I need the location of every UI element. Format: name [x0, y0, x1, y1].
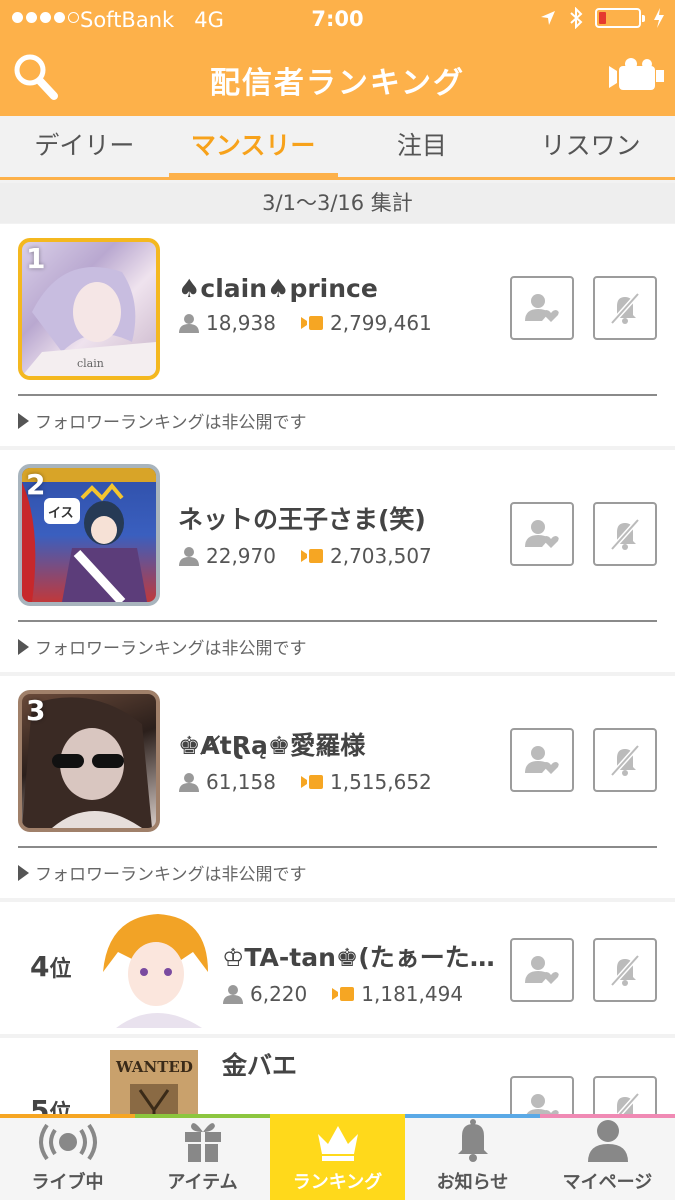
disclosure-triangle-icon — [18, 638, 29, 655]
notification-off-button[interactable] — [593, 502, 657, 566]
tab-monthly[interactable]: マンスリー — [168, 116, 338, 180]
listener-count: 6,220 — [250, 982, 308, 1006]
status-bar: SoftBank 4G 7:00 — [0, 0, 675, 38]
thumbnail-caption: WANTED — [115, 1058, 193, 1076]
ranking-item-3[interactable]: 3 ♚ȺtⱤą♚愛羅様 61,158 1,515,652 フォロワーランキングは… — [0, 676, 675, 898]
aggregation-period: 3/1〜3/16 集計 — [0, 183, 675, 223]
points-icon — [300, 775, 323, 789]
tab-featured[interactable]: 注目 — [338, 116, 507, 177]
points-count: 2,799,461 — [329, 311, 432, 335]
follow-icon — [525, 956, 559, 984]
tab-mypage[interactable]: マイページ — [540, 1115, 675, 1200]
charging-icon — [654, 8, 664, 28]
tab-color-strip — [0, 1114, 675, 1118]
tab-items[interactable]: アイテム — [135, 1115, 270, 1200]
ranking-tabs: デイリー マンスリー 注目 リスワン — [0, 116, 675, 180]
thumbnail-caption: イス — [48, 506, 74, 521]
tab-notifications[interactable]: お知らせ — [405, 1115, 540, 1200]
bell-icon — [457, 1119, 488, 1162]
tab-daily[interactable]: デイリー — [0, 116, 169, 177]
live-icon — [38, 1123, 97, 1161]
rank-number: 1 — [26, 242, 46, 275]
points-count: 2,703,507 — [329, 544, 432, 568]
notification-off-button[interactable] — [593, 276, 657, 340]
bottom-tab-bar: ライブ中 アイテム ランキング お知らせ マイページ — [0, 1114, 675, 1200]
follow-icon — [525, 746, 559, 774]
follow-icon — [525, 294, 559, 322]
rank-number: 4 — [30, 950, 50, 983]
follower-ranking-note[interactable]: フォロワーランキングは非公開です — [18, 408, 307, 433]
listener-count: 22,970 — [206, 544, 276, 568]
bell-off-icon — [610, 954, 640, 987]
thumbnail-caption: clain — [77, 357, 104, 370]
disclosure-triangle-icon — [18, 864, 29, 881]
tab-ranking[interactable]: ランキング — [270, 1115, 405, 1200]
rank-suffix: 位 — [49, 957, 72, 982]
follow-button[interactable] — [510, 502, 574, 566]
streamer-name[interactable]: ♚ȺtⱤą♚愛羅様 — [178, 726, 432, 762]
page-title: 配信者ランキング — [209, 66, 466, 101]
notification-off-button[interactable] — [593, 938, 657, 1002]
rank-number: 2 — [26, 468, 46, 501]
listener-count: 18,938 — [206, 311, 276, 335]
listener-icon — [179, 314, 199, 333]
video-camera-icon[interactable] — [607, 58, 665, 96]
ranking-item-2[interactable]: イス 2 ネットの王子さま(笑) 22,970 2,703,507 フォロワーラ… — [0, 450, 675, 672]
rank-number: 3 — [26, 694, 46, 727]
ranking-item-1[interactable]: clain 1 ♠clain♠prince 18,938 2,799,461 フ… — [0, 224, 675, 446]
ranking-item-4[interactable]: 4位 ♔TA-tan♚(たぁーた… 6,220 1,181,494 — [0, 902, 675, 1034]
bell-off-icon — [610, 744, 640, 777]
points-count: 1,515,652 — [329, 770, 432, 794]
listener-count: 61,158 — [206, 770, 276, 794]
listener-icon — [179, 547, 199, 566]
streamer-name[interactable]: 金バエ — [222, 1046, 297, 1082]
notification-off-button[interactable] — [593, 728, 657, 792]
app-header: 配信者ランキング — [0, 38, 675, 116]
points-count: 1,181,494 — [361, 982, 464, 1006]
points-icon — [300, 316, 323, 330]
ranking-list: clain 1 ♠clain♠prince 18,938 2,799,461 フ… — [0, 224, 675, 1174]
avatar[interactable] — [98, 912, 212, 1028]
streamer-name[interactable]: ネットの王子さま(笑) — [178, 500, 432, 536]
crown-icon — [317, 1126, 358, 1161]
bell-off-icon — [610, 292, 640, 325]
bell-off-icon — [610, 518, 640, 551]
listener-icon — [223, 985, 243, 1004]
points-icon — [332, 987, 355, 1001]
tab-live[interactable]: ライブ中 — [0, 1115, 135, 1200]
streamer-name[interactable]: ♔TA-tan♚(たぁーた… — [222, 938, 495, 974]
listener-icon — [179, 773, 199, 792]
person-icon — [587, 1120, 628, 1162]
follow-button[interactable] — [510, 728, 574, 792]
streamer-name[interactable]: ♠clain♠prince — [178, 274, 432, 303]
gift-icon — [184, 1123, 221, 1162]
location-icon — [541, 11, 555, 25]
follow-button[interactable] — [510, 938, 574, 1002]
disclosure-triangle-icon — [18, 412, 29, 429]
tab-lisone[interactable]: リスワン — [506, 116, 675, 177]
follower-ranking-note[interactable]: フォロワーランキングは非公開です — [18, 860, 307, 885]
follow-button[interactable] — [510, 276, 574, 340]
bluetooth-icon — [570, 7, 583, 29]
battery-icon — [595, 8, 645, 28]
follower-ranking-note[interactable]: フォロワーランキングは非公開です — [18, 634, 307, 659]
follow-icon — [525, 520, 559, 548]
points-icon — [300, 549, 323, 563]
